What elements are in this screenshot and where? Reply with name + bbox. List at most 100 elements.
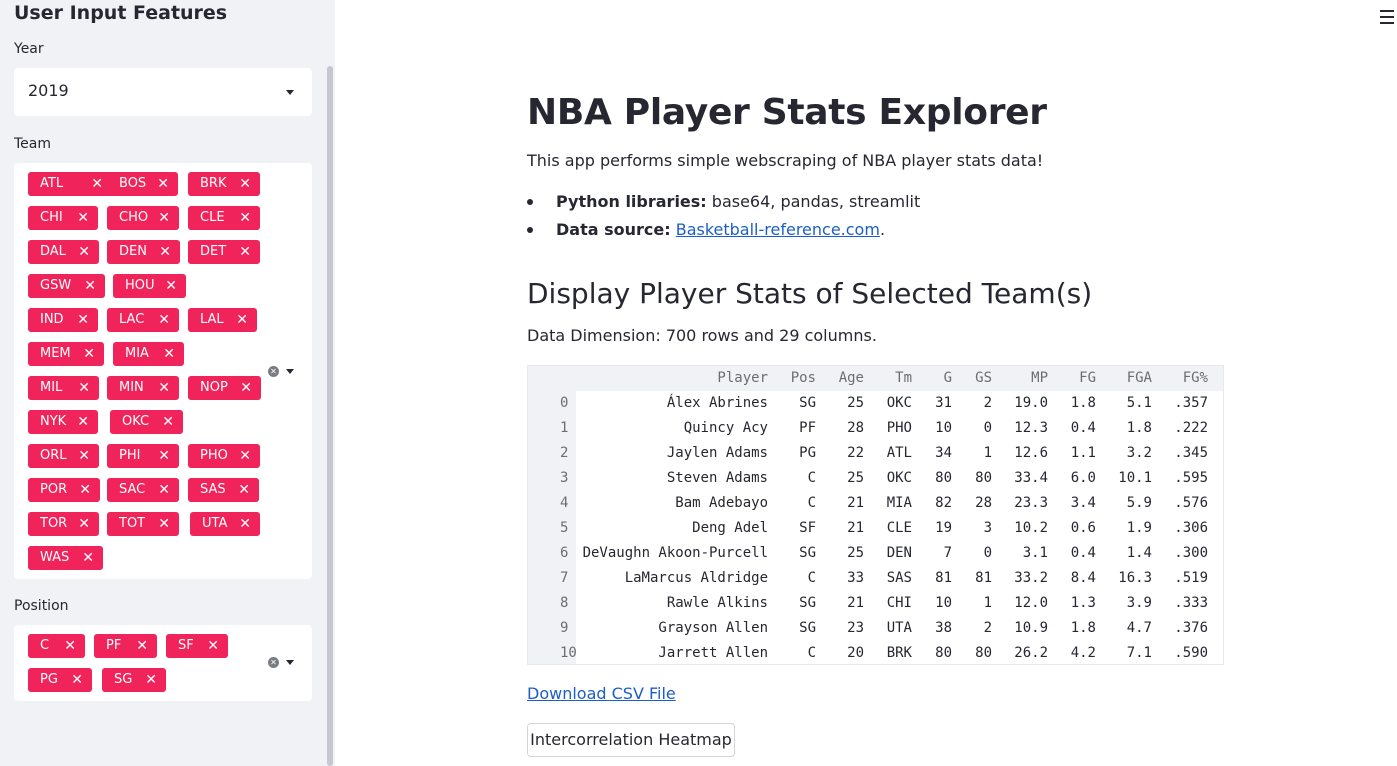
remove-tag-icon[interactable]: ✕ (78, 240, 90, 264)
table-cell: 3 (983, 520, 992, 536)
remove-tag-icon[interactable]: ✕ (158, 376, 170, 400)
remove-tag-icon[interactable]: ✕ (77, 410, 89, 434)
remove-tag-icon[interactable]: ✕ (79, 478, 91, 502)
team-tag: BOS ✕ (107, 172, 178, 196)
remove-tag-icon[interactable]: ✕ (239, 444, 251, 468)
position-multiselect[interactable]: ✕ C ✕ PF ✕ SF ✕ PG ✕ SG ✕ (14, 625, 312, 701)
team-tag: UTA ✕ (190, 512, 260, 536)
team-tag: PHO ✕ (188, 444, 260, 468)
table-cell: 1.1 (1070, 445, 1096, 461)
bullet-libraries-text: base64, pandas, streamlit (706, 192, 921, 211)
table-cell: 3.1 (1022, 545, 1048, 561)
remove-tag-icon[interactable]: ✕ (158, 206, 170, 230)
remove-tag-icon[interactable]: ✕ (165, 274, 177, 298)
team-tag: MIN ✕ (107, 376, 179, 400)
remove-tag-icon[interactable]: ✕ (158, 444, 170, 468)
chevron-down-icon[interactable] (286, 90, 294, 95)
remove-tag-icon[interactable]: ✕ (162, 410, 174, 434)
remove-tag-icon[interactable]: ✕ (239, 240, 251, 264)
clear-all-icon[interactable]: ✕ (268, 366, 279, 377)
remove-tag-icon[interactable]: ✕ (78, 512, 90, 536)
column-header[interactable]: FG% (1156, 366, 1208, 391)
remove-tag-icon[interactable]: ✕ (239, 206, 251, 230)
table-cell: 10 (935, 420, 952, 436)
page-title: NBA Player Stats Explorer (527, 92, 1047, 133)
column-header[interactable]: G (916, 366, 952, 391)
position-tag: PF ✕ (94, 634, 157, 658)
column-header[interactable]: MP (996, 366, 1048, 391)
remove-tag-icon[interactable]: ✕ (77, 206, 89, 230)
table-cell: Deng Adel (692, 520, 768, 536)
team-tag: ATL ✕ (28, 172, 112, 196)
remove-tag-icon[interactable]: ✕ (78, 444, 90, 468)
table-cell: 1.3 (1070, 595, 1096, 611)
remove-tag-icon[interactable]: ✕ (64, 634, 76, 658)
remove-tag-icon[interactable]: ✕ (163, 342, 175, 366)
data-source-link[interactable]: Basketball-reference.com (676, 220, 880, 239)
remove-tag-icon[interactable]: ✕ (159, 240, 171, 264)
table-cell: 12.6 (1014, 445, 1048, 461)
remove-tag-icon[interactable]: ✕ (77, 308, 89, 332)
chevron-down-icon[interactable] (286, 660, 294, 665)
clear-all-icon[interactable]: ✕ (268, 657, 279, 668)
team-multiselect[interactable]: ✕ ATL ✕ BOS ✕ BRK ✕ CHI ✕ CHO ✕ CLE ✕ DAL ✕ DEN ✕ DET ✕ GS… (14, 163, 312, 579)
column-header[interactable]: Age (820, 366, 864, 391)
remove-tag-icon[interactable]: ✕ (83, 342, 95, 366)
table-cell: CLE (886, 520, 912, 536)
team-tag: HOU ✕ (113, 274, 186, 298)
remove-tag-icon[interactable]: ✕ (236, 308, 248, 332)
remove-tag-icon[interactable]: ✕ (84, 274, 96, 298)
remove-tag-icon[interactable]: ✕ (158, 512, 170, 536)
remove-tag-icon[interactable]: ✕ (78, 376, 90, 400)
remove-tag-icon[interactable]: ✕ (136, 634, 148, 658)
year-select[interactable]: 2019 (14, 68, 312, 116)
bullet-source-label: Data source: (556, 220, 671, 239)
remove-tag-icon[interactable]: ✕ (91, 172, 103, 196)
download-csv-link[interactable]: Download CSV File (527, 684, 676, 703)
remove-tag-icon[interactable]: ✕ (145, 668, 157, 692)
team-tag: LAL ✕ (188, 308, 257, 332)
table-cell: 1.9 (1126, 520, 1152, 536)
column-header[interactable]: GS (956, 366, 992, 391)
column-header[interactable]: FG (1052, 366, 1096, 391)
table-cell: 8.4 (1070, 570, 1096, 586)
table-cell: Grayson Allen (658, 620, 768, 636)
column-header[interactable]: Tm (868, 366, 912, 391)
team-tag-label: CHI (40, 210, 63, 225)
remove-tag-icon[interactable]: ✕ (240, 376, 252, 400)
table-cell: 21 (847, 495, 864, 511)
table-cell: 0.4 (1070, 545, 1096, 561)
remove-tag-icon[interactable]: ✕ (239, 512, 251, 536)
table-cell: 21 (847, 520, 864, 536)
column-header[interactable]: FGA (1100, 366, 1152, 391)
team-tag-label: BOS (119, 176, 147, 191)
chevron-down-icon[interactable] (286, 369, 294, 374)
table-cell: .222 (1174, 420, 1208, 436)
table-cell: 25 (847, 545, 864, 561)
column-header[interactable]: Pos (772, 366, 816, 391)
table-cell: SG (799, 620, 816, 636)
remove-tag-icon[interactable]: ✕ (238, 478, 250, 502)
remove-tag-icon[interactable]: ✕ (157, 172, 169, 196)
team-tag-label: CLE (200, 210, 225, 225)
table-cell: 2 (983, 395, 992, 411)
player-stats-table[interactable]: Player Pos Age Tm G GS MP FG FGA FG% 0 Álex Abrines… (527, 365, 1224, 665)
remove-tag-icon[interactable]: ✕ (158, 478, 170, 502)
team-tag-label: DAL (40, 244, 66, 259)
remove-tag-icon[interactable]: ✕ (82, 546, 94, 570)
table-cell: 33 (847, 570, 864, 586)
table-cell: BRK (886, 645, 912, 661)
hamburger-menu-icon[interactable] (1380, 10, 1394, 28)
intercorrelation-heatmap-button[interactable]: Intercorrelation Heatmap (527, 723, 735, 757)
remove-tag-icon[interactable]: ✕ (71, 668, 83, 692)
remove-tag-icon[interactable]: ✕ (239, 172, 251, 196)
team-tag-label: HOU (125, 278, 155, 293)
sidebar-scrollbar[interactable] (327, 66, 333, 766)
team-tag-label: ATL (40, 176, 64, 191)
remove-tag-icon[interactable]: ✕ (207, 634, 219, 658)
team-tag-label: WAS (40, 550, 70, 565)
table-cell: 0 (983, 420, 992, 436)
column-header[interactable]: Player (568, 366, 768, 391)
team-tag-label: DEN (119, 244, 147, 259)
remove-tag-icon[interactable]: ✕ (158, 308, 170, 332)
